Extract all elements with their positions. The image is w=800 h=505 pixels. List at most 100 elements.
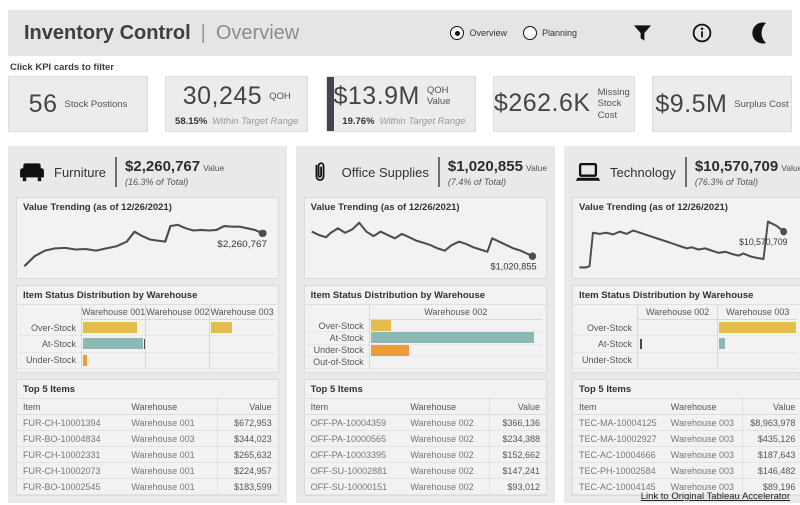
table-cell: Warehouse 001 xyxy=(125,463,217,479)
kpi-label: QOH xyxy=(269,91,291,102)
table-header-cell: Value xyxy=(217,399,278,415)
table-row: TEC-MA-10002927Warehouse 003$435,126 xyxy=(573,431,800,447)
warehouse-column-header: Warehouse 001 xyxy=(81,305,145,320)
status-row-label: At-Stock xyxy=(19,336,81,352)
kpi-card-stock-positions[interactable]: 56 Stock Postions xyxy=(8,76,148,132)
table-cell: FUR-CH-10001394 xyxy=(17,415,125,431)
status-row-label: Over-Stock xyxy=(575,320,637,336)
panel-name: Furniture xyxy=(54,165,106,180)
panel-value: $2,260,767 xyxy=(125,158,200,175)
table-cell: Warehouse 002 xyxy=(404,415,489,431)
table-header-cell: Item xyxy=(573,399,665,415)
panel-name: Technology xyxy=(610,165,676,180)
status-bar xyxy=(211,322,232,333)
table-header-cell: Warehouse xyxy=(404,399,489,415)
status-bar xyxy=(83,355,87,366)
table-cell: Warehouse 002 xyxy=(404,431,489,447)
trend-endpoint-dot xyxy=(259,230,267,237)
info-icon[interactable] xyxy=(692,23,712,43)
table-row: TEC-MA-10004125Warehouse 003$8,963,978 xyxy=(573,415,800,431)
trend-title: Value Trending (as of 12/26/2021) xyxy=(17,198,278,216)
page-title: Inventory Control xyxy=(24,22,191,45)
distribution-cell xyxy=(209,336,273,352)
filter-icon[interactable] xyxy=(633,24,652,42)
radio-planning[interactable]: Planning xyxy=(523,26,577,40)
radio-overview-label: Overview xyxy=(469,28,507,38)
kpi-card-qoh[interactable]: 30,245 QOH 58.15% Within Target Range xyxy=(165,76,308,132)
kpi-value: 30,245 xyxy=(183,82,262,111)
status-row-label: Under-Stock xyxy=(307,345,369,357)
table-cell: Warehouse 002 xyxy=(404,463,489,479)
top-items-card: Top 5 Items ItemWarehouseValueFUR-CH-100… xyxy=(16,379,279,496)
radio-overview[interactable]: Overview xyxy=(450,26,507,40)
moon-icon[interactable] xyxy=(752,22,772,44)
top-items-table: ItemWarehouseValueOFF-PA-10004359Warehou… xyxy=(305,399,546,495)
kpi-sub-value: 58.15% xyxy=(175,116,207,127)
panel-header: Office Supplies $1,020,855Value (7.4% of… xyxy=(304,153,547,191)
panel-header: Technology $10,570,709Value (76.3% of To… xyxy=(572,153,800,191)
category-panels: Furniture $2,260,767 Value (16.3% of Tota… xyxy=(8,146,792,492)
distribution-title: Item Status Distribution by Warehouse xyxy=(17,286,278,305)
distribution-cell xyxy=(209,353,273,369)
tableau-accelerator-link[interactable]: Link to Original Tableau Accelerator xyxy=(641,491,790,502)
table-header-row: ItemWarehouseValue xyxy=(305,399,546,415)
distribution-cell xyxy=(637,336,717,352)
table-cell: Warehouse 003 xyxy=(125,431,217,447)
trend-chart: $10,570,709 xyxy=(573,216,800,276)
panel-value-block: $1,020,855Value (7.4% of Total) xyxy=(448,158,547,187)
table-cell: FUR-BO-10004834 xyxy=(17,431,125,447)
value-trending-card: Value Trending (as of 12/26/2021) $2,260… xyxy=(16,197,279,279)
table-header-cell: Item xyxy=(17,399,125,415)
distribution-cell xyxy=(369,332,542,344)
value-trending-card: Value Trending (as of 12/26/2021) $10,57… xyxy=(572,197,800,279)
table-cell: Warehouse 001 xyxy=(125,415,217,431)
trend-title: Value Trending (as of 12/26/2021) xyxy=(305,198,546,216)
top-items-card: Top 5 Items ItemWarehouseValueOFF-PA-100… xyxy=(304,379,547,496)
kpi-sub-label: Within Target Range xyxy=(212,116,298,127)
top-items-table: ItemWarehouseValueFUR-CH-10001394Warehou… xyxy=(17,399,278,495)
status-row-label: Over-Stock xyxy=(19,320,81,336)
trend-endpoint-dot xyxy=(780,228,787,235)
table-cell: OFF-PA-10003395 xyxy=(305,447,405,463)
table-cell: OFF-PA-10004359 xyxy=(305,415,405,431)
top-items-card: Top 5 Items ItemWarehouseValueTEC-MA-100… xyxy=(572,379,800,496)
kpi-card-qoh-value[interactable]: $13.9M QOH Value 19.76% Within Target Ra… xyxy=(326,76,476,132)
distribution-cell xyxy=(145,353,209,369)
reference-tick xyxy=(640,339,642,350)
kpi-label: QOH Value xyxy=(427,85,475,107)
table-cell: OFF-SU-10002881 xyxy=(305,463,405,479)
kpi-sub-label: Within Target Range xyxy=(380,116,466,127)
status-bar xyxy=(719,322,796,333)
distribution-cell xyxy=(81,336,145,352)
table-row: FUR-BO-10002545Warehouse 001$183,599 xyxy=(17,479,278,495)
table-cell: Warehouse 003 xyxy=(665,415,743,431)
table-row: OFF-PA-10000565Warehouse 002$234,388 xyxy=(305,431,546,447)
trend-endpoint-dot xyxy=(528,252,535,259)
table-cell: $344,023 xyxy=(217,431,278,447)
radio-selected-icon xyxy=(450,26,464,40)
warehouse-column-header: Warehouse 002 xyxy=(145,305,209,320)
status-row-label: Over-Stock xyxy=(307,320,369,332)
distribution-cell xyxy=(81,320,145,336)
table-row: OFF-SU-10000151Warehouse 002$93,012 xyxy=(305,479,546,495)
panel-share: (16.3% of Total) xyxy=(125,177,224,187)
panel-header: Furniture $2,260,767Value (16.3% of Tota… xyxy=(16,153,279,191)
table-cell: $183,599 xyxy=(217,479,278,495)
trend-line xyxy=(311,223,532,257)
distribution-cell xyxy=(637,353,717,369)
trend-chart: $1,020,855 xyxy=(305,216,546,276)
status-distribution-chart: Warehouse 002Over-StockAt-StockUnder-Sto… xyxy=(307,305,542,369)
table-header-cell: Value xyxy=(742,399,800,415)
table-cell: $672,953 xyxy=(217,415,278,431)
trend-end-label: $10,570,709 xyxy=(739,237,787,247)
panel-value-suffix: Value xyxy=(781,163,800,173)
view-selector: Overview Planning xyxy=(450,26,593,40)
panel-share: (76.3% of Total) xyxy=(695,177,800,187)
table-row: OFF-SU-10002881Warehouse 002$147,241 xyxy=(305,463,546,479)
kpi-card-missing-stock-cost[interactable]: $262.6K Missing Stock Cost xyxy=(493,76,635,132)
kpi-card-surplus-cost[interactable]: $9.5M Surplus Cost xyxy=(652,76,792,132)
radio-unselected-icon xyxy=(523,26,537,40)
table-row: TEC-PH-10002584Warehouse 003$146,482 xyxy=(573,463,800,479)
warehouse-column-header: Warehouse 003 xyxy=(717,305,797,320)
trend-title: Value Trending (as of 12/26/2021) xyxy=(573,198,800,216)
